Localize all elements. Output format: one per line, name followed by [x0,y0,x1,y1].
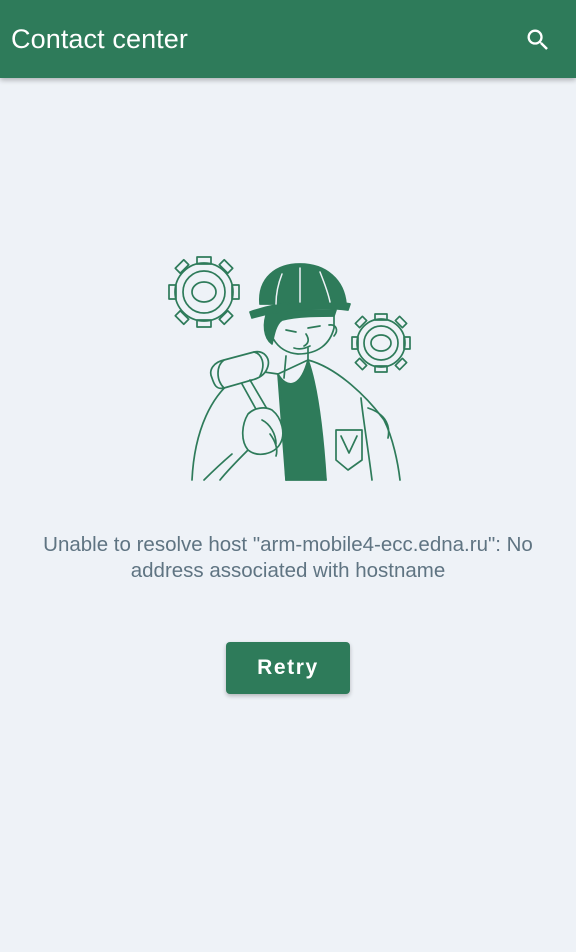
retry-button[interactable]: Retry [226,642,350,694]
error-message: Unable to resolve host "arm-mobile4-ecc.… [43,533,533,582]
search-icon [527,29,548,50]
app-title: Contact center [11,24,188,54]
gear-icon [168,256,240,328]
search-button[interactable] [516,18,560,62]
error-illustration [158,248,420,486]
app-bar: Contact center [0,0,576,78]
gear-icon [351,313,411,373]
